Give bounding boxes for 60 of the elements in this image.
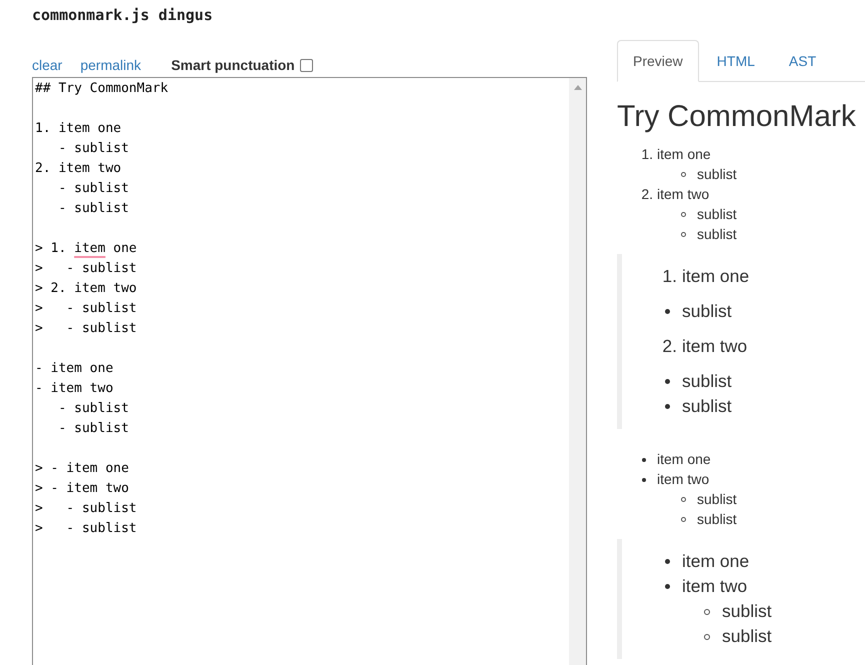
source-line: 1. item one (35, 120, 122, 138)
list-item-text: item two (682, 335, 748, 358)
source-line: > - sublist (35, 260, 137, 278)
page-title: commonmark.js dingus (32, 5, 213, 25)
list-item-text: item two (682, 575, 748, 598)
list-item-text: sublist (722, 600, 772, 623)
tab[interactable]: HTML (700, 40, 771, 82)
markdown-editor[interactable] (32, 77, 587, 665)
source-line: > - sublist (35, 500, 137, 518)
toolbar-link[interactable]: permalink (80, 55, 142, 75)
source-line: ## Try CommonMark (35, 80, 168, 98)
source-line: - item two (35, 380, 114, 398)
ring-bullet-icon (704, 634, 710, 640)
ring-bullet-icon (681, 172, 686, 177)
list-item-text: item two (657, 185, 710, 204)
list-number: 1. (641, 145, 653, 164)
tab[interactable]: AST (772, 40, 832, 82)
option-label: Smart punctuation (171, 56, 295, 75)
list-item-text: sublist (682, 370, 732, 393)
list-item-text: item two (657, 470, 710, 489)
list-item-text: sublist (697, 510, 737, 529)
ring-bullet-icon (681, 517, 686, 522)
ring-bullet-icon (704, 609, 710, 615)
list-item-text: sublist (682, 300, 732, 323)
list-item-text: item one (682, 265, 750, 288)
list-item-text: sublist (722, 625, 772, 648)
source-line: > 1. item one (35, 240, 137, 258)
source-line: > - item one (35, 460, 129, 478)
preview-heading: Try CommonMark (617, 100, 857, 133)
source-line: - sublist (57, 420, 129, 438)
source-line: > - sublist (35, 300, 137, 318)
list-number: 2. (641, 185, 653, 204)
source-line: - sublist (57, 200, 129, 218)
scroll-up-arrow-icon[interactable] (574, 85, 582, 90)
source-line: > - item two (35, 480, 129, 498)
list-item-text: item one (682, 550, 750, 573)
tab[interactable]: Preview (617, 40, 699, 82)
list-item-text: sublist (697, 490, 737, 509)
source-line: - sublist (57, 180, 129, 198)
list-item-text: sublist (697, 225, 737, 244)
source-line: 2. item two (35, 160, 122, 178)
list-item-text: item one (657, 450, 711, 469)
ring-bullet-icon (681, 497, 686, 502)
source-line: > - sublist (35, 320, 137, 338)
list-item-text: sublist (697, 205, 737, 224)
list-item-text: item one (657, 145, 711, 164)
list-item-text: sublist (697, 165, 737, 184)
source-line: - sublist (57, 400, 129, 418)
source-line: - sublist (57, 140, 129, 158)
list-number: 2. (662, 335, 677, 358)
toolbar-link[interactable]: clear (32, 55, 62, 75)
source-line: > - sublist (35, 520, 137, 538)
source-line: - item one (35, 360, 114, 378)
source-line: > 2. item two (35, 280, 137, 298)
scrollbar[interactable] (569, 78, 586, 665)
list-number: 1. (662, 265, 677, 288)
ring-bullet-icon (681, 232, 686, 237)
list-item-text: sublist (682, 395, 732, 418)
ring-bullet-icon (681, 212, 686, 217)
checkbox[interactable] (300, 58, 313, 72)
